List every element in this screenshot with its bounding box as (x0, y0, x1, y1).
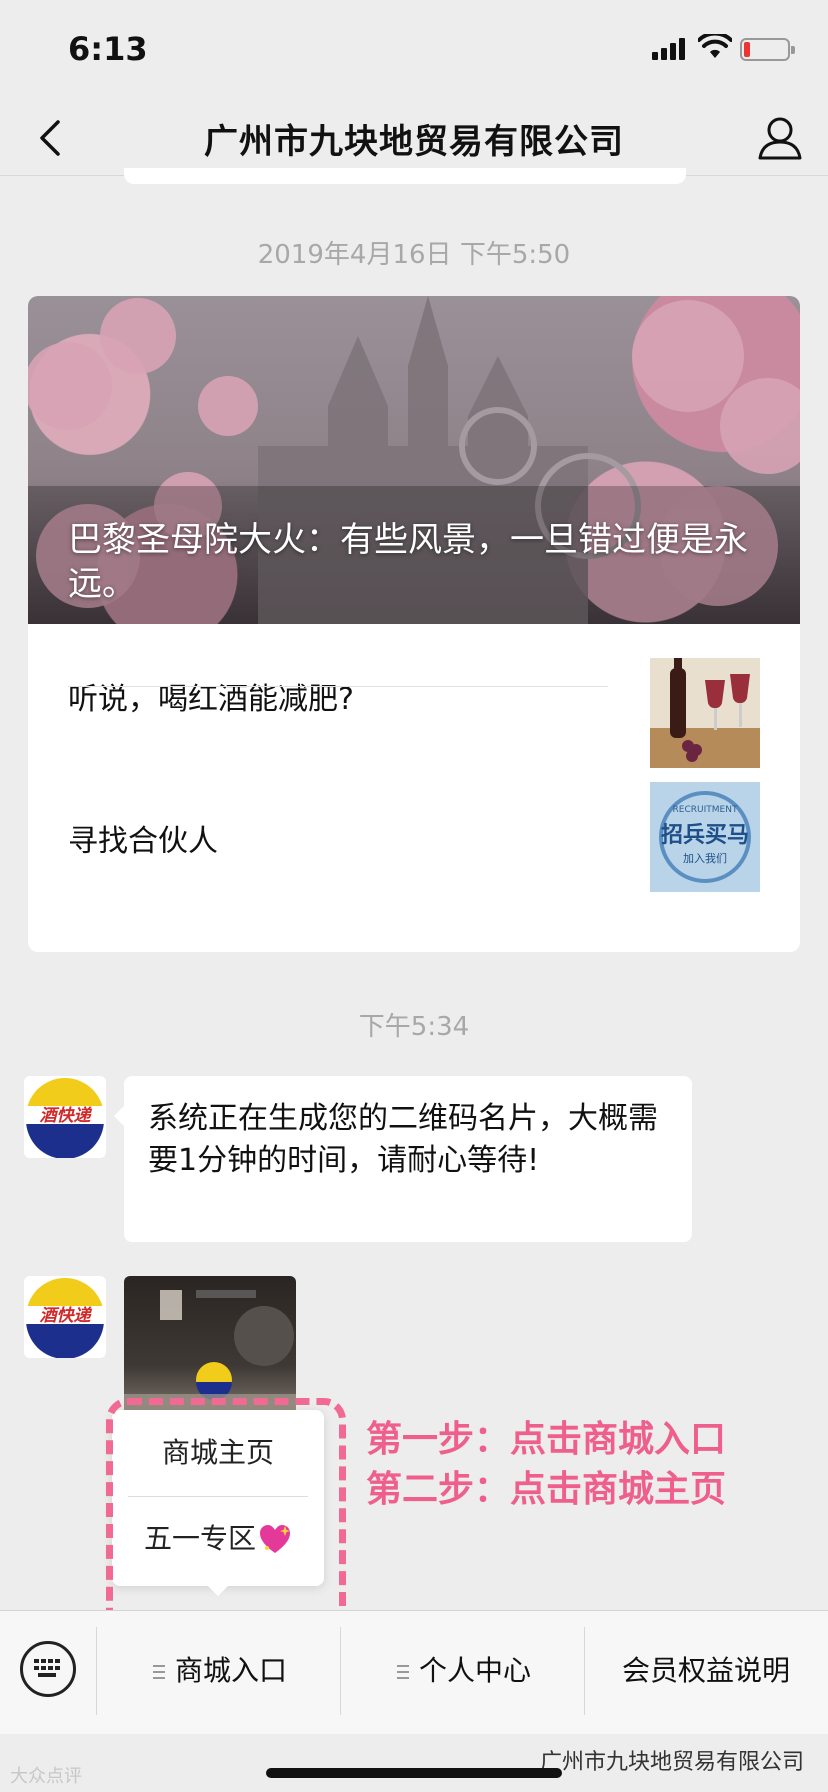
chevron-left-icon[interactable] (24, 110, 80, 166)
article-divider (68, 686, 608, 687)
menu-mall-entry-label: 商城入口 (174, 1654, 287, 1687)
menu-personal-center[interactable]: 个人中心 (344, 1643, 584, 1699)
menu-divider (96, 1627, 97, 1715)
watermark-left: 大众点评 (10, 1766, 82, 1787)
menu-divider (340, 1627, 341, 1715)
article-item[interactable]: 听说，喝红酒能减肥? (68, 624, 760, 774)
article-timestamp: 2019年4月16日 下午5:50 (257, 240, 571, 270)
status-bar: 6:13 (0, 0, 828, 100)
wifi-icon (698, 34, 732, 58)
home-indicator[interactable] (266, 1768, 562, 1778)
wine-thumbnail (650, 658, 760, 768)
avatar[interactable]: 酒快递 (24, 1076, 106, 1158)
annotation-step-1: 第一步：点击商城入口 (366, 1419, 727, 1460)
person-icon[interactable] (750, 108, 810, 168)
recruitment-cn-text: 招兵买马 (661, 823, 749, 848)
avatar-text: 酒快递 (40, 1106, 93, 1126)
submenu-icon (152, 1665, 165, 1679)
cellular-signal-icon (652, 38, 688, 60)
article-item[interactable]: 寻找合伙人 RECRUITMENT 招兵买马 加入我们 (68, 772, 760, 922)
page-title: 广州市九块地贸易有限公司 (204, 122, 624, 162)
menu-member-benefits[interactable]: 会员权益说明 (588, 1643, 824, 1699)
nav-bar: 广州市九块地贸易有限公司 (0, 100, 828, 176)
recruitment-en-text: RECRUITMENT (673, 805, 738, 815)
article-item-title: 寻找合伙人 (68, 824, 218, 859)
previous-message-card[interactable] (124, 168, 686, 184)
join-us-text: 加入我们 (683, 851, 727, 865)
keyboard-icon[interactable] (20, 1641, 76, 1697)
battery-level (744, 42, 750, 57)
status-time: 6:13 (68, 30, 148, 68)
avatar-text: 酒快递 (40, 1306, 93, 1326)
bottom-menu: 商城入口 个人中心 会员权益说明 (0, 1610, 828, 1734)
menu-personal-center-label: 个人中心 (418, 1654, 531, 1687)
article-item-title: 听说，喝红酒能减肥? (68, 682, 354, 717)
article-cover-title: 巴黎圣母院大火：有些风景，一旦错过便是永远。 (68, 520, 748, 604)
submenu-icon (396, 1665, 409, 1679)
watermark-right: 广州市九块地贸易有限公司 (539, 1750, 804, 1775)
menu-member-benefits-label: 会员权益说明 (621, 1654, 790, 1687)
chat-bubble[interactable]: 系统正在生成您的二维码名片，大概需要1分钟的时间，请耐心等待! (114, 1076, 692, 1242)
article-card[interactable]: 巴黎圣母院大火：有些风景，一旦错过便是永远。 听说，喝红酒能减肥? 寻找合伙人 (28, 296, 800, 952)
menu-mall-entry[interactable]: 商城入口 (100, 1643, 340, 1699)
annotation-step-2: 第二步：点击商城主页 (366, 1469, 727, 1510)
article-cover[interactable]: 巴黎圣母院大火：有些风景，一旦错过便是永远。 (28, 296, 800, 624)
avatar[interactable]: 酒快递 (24, 1276, 106, 1358)
message-timestamp: 下午5:34 (358, 1012, 470, 1042)
recruitment-thumbnail: RECRUITMENT 招兵买马 加入我们 (650, 782, 760, 892)
menu-divider (584, 1627, 585, 1715)
battery-icon (740, 38, 795, 61)
